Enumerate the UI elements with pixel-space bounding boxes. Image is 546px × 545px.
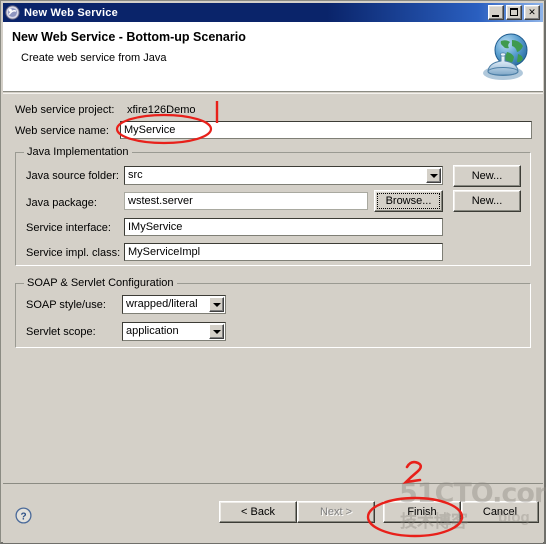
java-source-folder-label: Java source folder: xyxy=(26,170,119,182)
service-interface-label: Service interface: xyxy=(26,222,111,234)
finish-button-label: Finish xyxy=(407,506,437,518)
svg-text:?: ? xyxy=(20,511,26,522)
web-service-name-input[interactable]: MyService xyxy=(120,121,532,139)
chevron-down-icon[interactable] xyxy=(209,297,224,312)
servlet-scope-combo[interactable]: application xyxy=(122,322,226,341)
back-button[interactable]: < Back xyxy=(219,501,297,523)
wizard-header: New Web Service - Bottom-up Scenario Cre… xyxy=(3,22,543,92)
chevron-down-icon[interactable] xyxy=(426,168,441,183)
servlet-scope-value: application xyxy=(126,325,179,337)
back-button-label: < Back xyxy=(241,506,275,518)
wizard-body: Web service project: xfire126Demo Web se… xyxy=(3,95,543,473)
next-button-label: Next > xyxy=(319,506,353,518)
java-implementation-group-title: Java Implementation xyxy=(24,146,132,158)
java-package-new-button[interactable]: New... xyxy=(453,190,521,212)
soap-style-use-combo[interactable]: wrapped/literal xyxy=(122,295,226,314)
window-title: New Web Service xyxy=(24,6,118,19)
service-impl-class-label: Service impl. class: xyxy=(26,247,121,259)
java-source-folder-value: src xyxy=(128,169,143,181)
java-implementation-group: Java Implementation Java source folder: … xyxy=(15,146,531,266)
window-controls: ✕ xyxy=(488,5,540,20)
next-button[interactable]: Next > xyxy=(297,501,375,523)
new-web-service-dialog: New Web Service ✕ New Web Service - Bott… xyxy=(0,0,546,544)
web-service-name-label: Web service name: xyxy=(15,125,109,137)
java-package-label: Java package: xyxy=(26,197,97,209)
web-service-project-label: Web service project: xyxy=(15,104,115,116)
servlet-scope-label: Servlet scope: xyxy=(26,326,96,338)
java-source-folder-combo[interactable]: src xyxy=(124,166,443,185)
service-impl-class-input[interactable]: MyServiceImpl xyxy=(124,243,443,261)
maximize-icon xyxy=(510,8,518,16)
java-source-folder-new-button[interactable]: New... xyxy=(453,165,521,187)
soap-style-use-label: SOAP style/use: xyxy=(26,299,106,311)
minimize-button[interactable] xyxy=(488,5,504,20)
page-title: New Web Service - Bottom-up Scenario xyxy=(12,30,246,44)
close-icon: ✕ xyxy=(528,7,536,17)
service-interface-input[interactable]: IMyService xyxy=(124,218,443,236)
maximize-button[interactable] xyxy=(506,5,522,20)
help-question-icon[interactable]: ? xyxy=(15,507,32,524)
finish-button[interactable]: Finish xyxy=(383,501,461,523)
cancel-button[interactable]: Cancel xyxy=(461,501,539,523)
cancel-button-label: Cancel xyxy=(482,506,518,518)
chevron-down-icon[interactable] xyxy=(209,324,224,339)
soap-style-use-value: wrapped/literal xyxy=(126,298,198,310)
wizard-footer: ? < Back Next > Finish Cancel xyxy=(3,485,543,543)
java-package-browse-button[interactable]: Browse... xyxy=(374,190,443,212)
globe-service-icon xyxy=(477,28,535,86)
window-titlebar[interactable]: New Web Service ✕ xyxy=(3,3,543,22)
soap-servlet-configuration-group: SOAP & Servlet Configuration SOAP style/… xyxy=(15,277,531,348)
window-icon xyxy=(5,5,20,20)
soap-servlet-group-title: SOAP & Servlet Configuration xyxy=(24,277,177,289)
minimize-icon xyxy=(492,15,499,17)
page-subtitle: Create web service from Java xyxy=(21,52,167,64)
web-service-project-value: xfire126Demo xyxy=(127,104,196,116)
java-package-input[interactable]: wstest.server xyxy=(124,192,368,210)
close-button[interactable]: ✕ xyxy=(524,5,540,20)
